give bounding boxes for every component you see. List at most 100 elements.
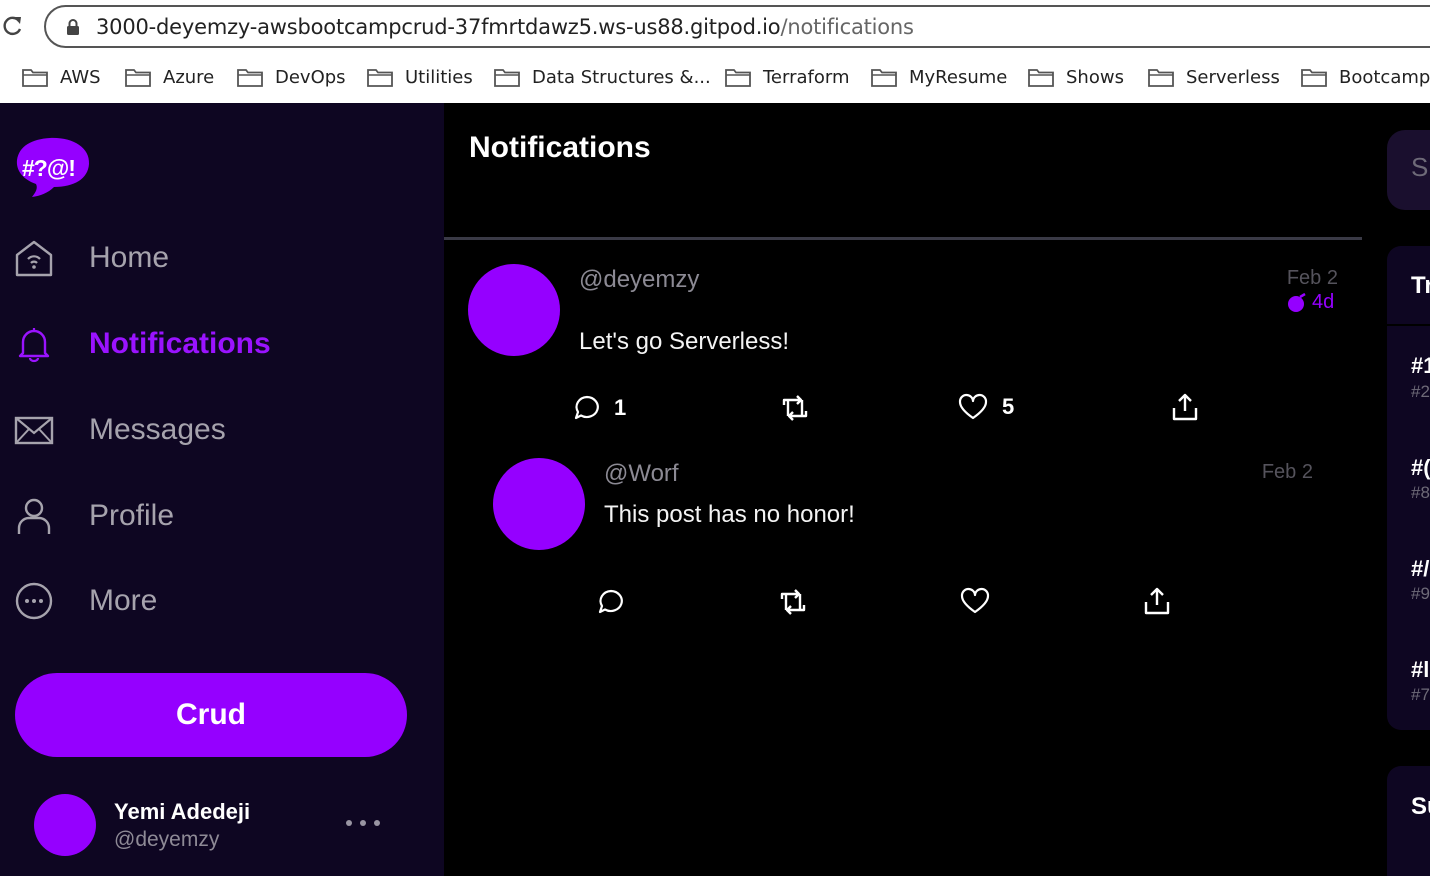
trend-tag[interactable]: #( [1411,455,1430,481]
heart-icon [958,393,988,420]
folder-icon [494,69,520,87]
nav-profile[interactable]: Profile [14,491,414,541]
reply-button[interactable] [598,586,624,618]
folder-icon [1148,69,1174,87]
folder-icon [22,69,48,87]
folder-icon [125,69,151,87]
bookmark-shows[interactable]: Shows [1028,60,1124,94]
nav-more[interactable]: More [14,576,414,626]
bookmark-bootcamp[interactable]: Bootcamp [1301,60,1430,94]
envelope-icon [14,410,54,450]
comment-icon [574,395,599,420]
post-message: Let's go Serverless! [579,328,790,355]
folder-icon [1301,69,1327,87]
post-date: Feb 2 [1261,461,1313,483]
main-feed: Notifications @deyemzy Feb 2 4d Let's go… [444,103,1362,876]
person-icon [14,496,54,536]
nav-messages-label: Messages [89,413,226,446]
trend-sub: #2 [1411,382,1430,401]
repost-icon [782,395,808,421]
bookmark-serverless[interactable]: Serverless [1148,60,1280,94]
trending-heading: Tr [1411,272,1430,299]
bookmark-label: Serverless [1186,66,1280,88]
nav-profile-label: Profile [89,499,175,532]
trend-tag[interactable]: #/ [1411,556,1429,582]
more-circle-icon [14,581,54,621]
trend-sub: #8 [1411,483,1430,502]
suggested-box: Su [1387,766,1430,876]
dot [374,820,380,826]
lock-icon [67,19,79,35]
folder-icon [725,69,751,87]
repost-icon [780,589,806,615]
home-icon [14,238,54,278]
bell-icon [14,324,54,364]
profile-more-button[interactable] [346,811,380,835]
post-age: 4d [1286,291,1334,314]
url-host: 3000-deyemzy-awsbootcampcrud-37fmrtdawz5… [96,15,781,39]
post-handle[interactable]: @Worf [604,460,679,488]
bookmark-label: DevOps [275,66,346,88]
bookmark-label: Data Structures &... [532,66,711,88]
folder-icon [1028,69,1054,87]
reply-count: 1 [614,395,627,420]
trending-box: Tr #1 #2 #( #8 #/ #9 #l #7 [1387,246,1430,730]
bookmark-utilities[interactable]: Utilities [367,60,473,94]
post-avatar[interactable] [468,264,560,356]
bookmark-label: MyResume [909,66,1008,88]
bookmark-label: AWS [60,66,101,88]
bookmark-label: Utilities [405,66,473,88]
bookmark-myresume[interactable]: MyResume [871,60,1007,94]
reply-button[interactable]: 1 [574,392,626,424]
bookmark-data-structures[interactable]: Data Structures &... [494,60,711,94]
dot [346,820,352,826]
trend-tag[interactable]: #1 [1411,353,1430,379]
trend-sub: #9 [1411,584,1430,603]
reload-icon[interactable] [0,12,24,40]
post-handle[interactable]: @deyemzy [579,266,699,294]
bookmark-label: Bootcamp [1339,66,1430,88]
post-date: Feb 2 [1286,267,1338,289]
post-age-text: 4d [1312,291,1335,313]
address-bar[interactable]: 3000-deyemzy-awsbootcampcrud-37fmrtdawz5… [44,5,1430,48]
trending-divider [1387,324,1430,326]
browser-chrome: 3000-deyemzy-awsbootcampcrud-37fmrtdawz5… [0,0,1430,103]
page-title: Notifications [469,131,651,164]
bookmark-terraform[interactable]: Terraform [725,60,850,94]
post-avatar[interactable] [493,458,585,550]
nav-notifications[interactable]: Notifications [14,319,414,369]
avatar[interactable] [34,794,96,856]
share-icon [1172,393,1198,421]
bookmark-devops[interactable]: DevOps [237,60,346,94]
sidebar: #?@! Home Notifications Messages Profile… [0,103,444,876]
like-count: 5 [1002,394,1015,419]
share-button[interactable] [1142,585,1172,617]
nav-home[interactable]: Home [14,233,414,283]
repost-button[interactable] [778,586,808,618]
trend-tag[interactable]: #l [1411,657,1429,683]
right-panel: S Tr #1 #2 #( #8 #/ #9 #l #7 Su [1362,103,1430,876]
bomb-icon [1288,292,1306,312]
crud-button[interactable]: Crud [15,673,407,757]
header-divider [444,237,1362,240]
folder-icon [367,69,393,87]
nav-messages[interactable]: Messages [14,405,414,455]
dot [360,820,366,826]
share-icon [1144,587,1170,615]
share-button[interactable] [1170,391,1200,423]
bookmark-azure[interactable]: Azure [125,60,214,94]
like-button[interactable]: 5 [958,391,1014,423]
nav-home-label: Home [89,241,170,274]
bookmarks-bar: AWS Azure DevOps Utilities Data Structur… [0,60,1430,96]
folder-icon [237,69,263,87]
like-button[interactable] [960,585,990,617]
trend-sub: #7 [1411,685,1430,704]
profile-handle: @deyemzy [114,828,220,851]
repost-button[interactable] [780,392,810,424]
search-placeholder: S [1411,152,1429,182]
bookmark-aws[interactable]: AWS [22,60,101,94]
comment-icon [598,589,623,614]
profile-name: Yemi Adedeji [114,799,251,824]
search-input[interactable]: S [1387,130,1430,210]
post-message: This post has no honor! [604,501,855,528]
